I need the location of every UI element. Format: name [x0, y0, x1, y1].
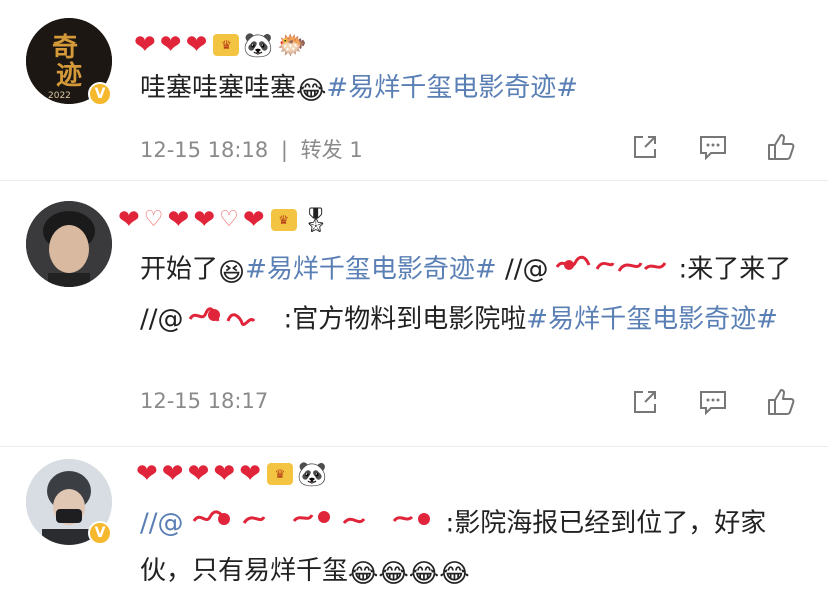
action-bar	[628, 130, 798, 164]
panda-icon: 🐼	[243, 31, 274, 59]
comment-icon[interactable]	[696, 130, 730, 164]
share-icon[interactable]	[628, 385, 662, 419]
excited-emoji-icon: 😆	[218, 257, 246, 288]
redaction-hearts: ❤ ❤ ❤ ❤ ❤	[136, 459, 261, 489]
crown-level-icon: ♛	[213, 34, 240, 56]
meta-separator: |	[280, 138, 288, 162]
thumbs-up-icon[interactable]	[764, 130, 798, 164]
mention-prefix[interactable]: //@	[140, 509, 184, 539]
timestamp: 12-15 18:18	[140, 138, 269, 162]
post-body-3: :官方物料到电影院啦	[283, 304, 527, 335]
share-icon[interactable]	[628, 130, 662, 164]
redacted-mention[interactable]	[184, 499, 446, 549]
post-3: V ❤ ❤ ❤ ❤ ❤ ♛ 🐼 //@:影院海报已经到位了，好家伙，只有易烊千玺😂😂😂😂	[0, 447, 828, 598]
post-body: 哇塞哇塞哇塞	[140, 73, 297, 103]
redacted-mention[interactable]	[549, 245, 679, 295]
repost-prefix: //@	[496, 254, 549, 285]
verified-v-icon: V	[88, 82, 112, 106]
laugh-cry-emoji-icon: 😂	[439, 559, 470, 589]
post-text: //@:影院海报已经到位了，好家伙，只有易烊千玺😂😂😂😂	[140, 499, 800, 596]
topic-link[interactable]: #易烊千玺电影奇迹#	[326, 73, 578, 103]
medal-icon: 🎖	[300, 206, 332, 234]
action-bar	[628, 385, 798, 419]
avatar-year: 2022	[48, 91, 71, 101]
post-meta: 12-15 18:17	[140, 389, 268, 413]
redacted-mention[interactable]	[184, 295, 284, 345]
avatar-title-1: 奇	[52, 33, 78, 63]
post-meta: 12-15 18:18 | 转发 1	[140, 134, 363, 164]
laugh-cry-emoji-icon: 😂	[348, 559, 379, 589]
username-redacted[interactable]: ❤ ♡ ❤ ❤ ♡ ❤ ♛ 🎖	[118, 203, 331, 237]
redaction-hearts: ❤ ❤ ❤	[134, 30, 208, 60]
username-redacted[interactable]: ❤ ❤ ❤ ❤ ❤ ♛ 🐼	[136, 457, 327, 491]
topic-link[interactable]: #易烊千玺电影奇迹#	[526, 305, 778, 335]
avatar-title-2: 迹	[56, 60, 82, 91]
redaction-hearts: ❤ ♡ ❤ ❤ ♡ ❤	[118, 205, 265, 235]
post-text: 开始了😆#易烊千玺电影奇迹# //@:来了来了 //@:官方物料到电影院啦#易烊…	[140, 245, 800, 345]
post-text: 哇塞哇塞哇塞😂#易烊千玺电影奇迹#	[140, 66, 578, 113]
verified-v-icon: V	[88, 521, 112, 545]
fish-icon: 🐡	[277, 31, 308, 59]
post-2: ❤ ♡ ❤ ❤ ♡ ❤ ♛ 🎖 开始了😆#易烊千玺电影奇迹# //@:来了来了 //@:官…	[0, 181, 828, 446]
panda-icon: 🐼	[296, 460, 327, 488]
topic-link[interactable]: #易烊千玺电影奇迹#	[245, 255, 497, 285]
crown-level-icon: ♛	[270, 209, 297, 231]
laugh-cry-emoji-icon: 😂	[296, 76, 327, 106]
thumbs-up-icon[interactable]	[764, 385, 798, 419]
username-redacted[interactable]: ❤ ❤ ❤ ♛ 🐼 🐡	[134, 28, 307, 62]
post-1: 奇 迹 2022 V ❤ ❤ ❤ ♛ 🐼 🐡 哇塞哇塞哇塞😂#易烊千玺电影奇迹# 1…	[0, 0, 828, 180]
crown-level-icon: ♛	[266, 463, 293, 485]
post-body-1: 开始了	[140, 254, 219, 285]
timestamp: 12-15 18:17	[140, 389, 269, 413]
comment-icon[interactable]	[696, 385, 730, 419]
laugh-cry-emoji-icon: 😂	[378, 559, 409, 589]
repost-count[interactable]: 转发 1	[301, 138, 363, 162]
avatar[interactable]	[26, 201, 112, 287]
laugh-cry-emoji-icon: 😂	[408, 559, 440, 589]
